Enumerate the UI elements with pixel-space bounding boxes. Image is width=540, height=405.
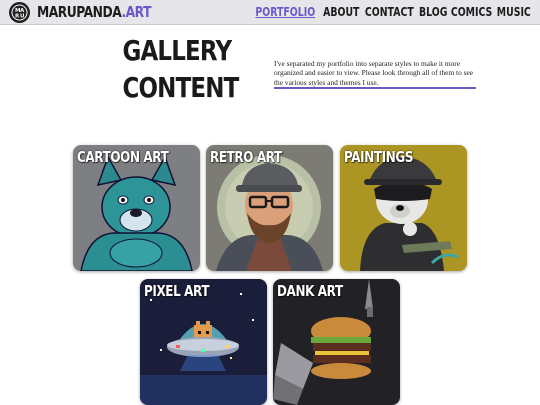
page-title: GALLERY CONTENT	[113, 32, 239, 106]
gallery-card-pixel-art[interactable]: PIXEL ART	[140, 279, 267, 405]
brand-suffix: ART	[125, 3, 152, 21]
gallery-card-label: PAINTINGS	[344, 148, 414, 166]
nav-comics[interactable]: COMICS	[451, 3, 492, 21]
nav-about[interactable]: ABOUT	[323, 3, 359, 21]
gallery-card-cartoon-art[interactable]: CARTOON ART	[73, 145, 200, 271]
main-nav: PORTFOLIO ABOUT CONTACT BLOG COMICS MUSI…	[250, 3, 533, 21]
gallery-card-label: DANK ART	[277, 282, 343, 300]
gallery-card-label: PIXEL ART	[144, 282, 210, 300]
nav-blog[interactable]: BLOG	[419, 3, 447, 21]
brand-name: MARUPANDA	[37, 3, 122, 21]
svg-text:U: U	[20, 14, 24, 20]
gallery-card-dank-art[interactable]: DANK ART	[273, 279, 400, 405]
intro-divider	[274, 87, 476, 89]
nav-portfolio[interactable]: PORTFOLIO	[256, 3, 316, 21]
panda-logo-icon[interactable]: M A R U	[9, 2, 30, 23]
top-nav-bar: M A R U MARUPANDA.ART PORTFOLIO ABOUT CO…	[0, 0, 540, 25]
intro-description: I've separated my portfolio into separat…	[274, 59, 474, 87]
nav-contact[interactable]: CONTACT	[365, 3, 414, 21]
gallery-card-retro-art[interactable]: RETRO ART	[206, 145, 333, 271]
page-title-line2: CONTENT	[122, 71, 239, 104]
gallery-card-label: CARTOON ART	[77, 148, 169, 166]
gallery-card-paintings[interactable]: PAINTINGS	[340, 145, 467, 271]
page-title-line1: GALLERY	[122, 34, 232, 67]
gallery-card-label: RETRO ART	[210, 148, 282, 166]
nav-music[interactable]: MUSIC	[497, 3, 531, 21]
site-brand-link[interactable]: MARUPANDA.ART	[37, 3, 151, 21]
